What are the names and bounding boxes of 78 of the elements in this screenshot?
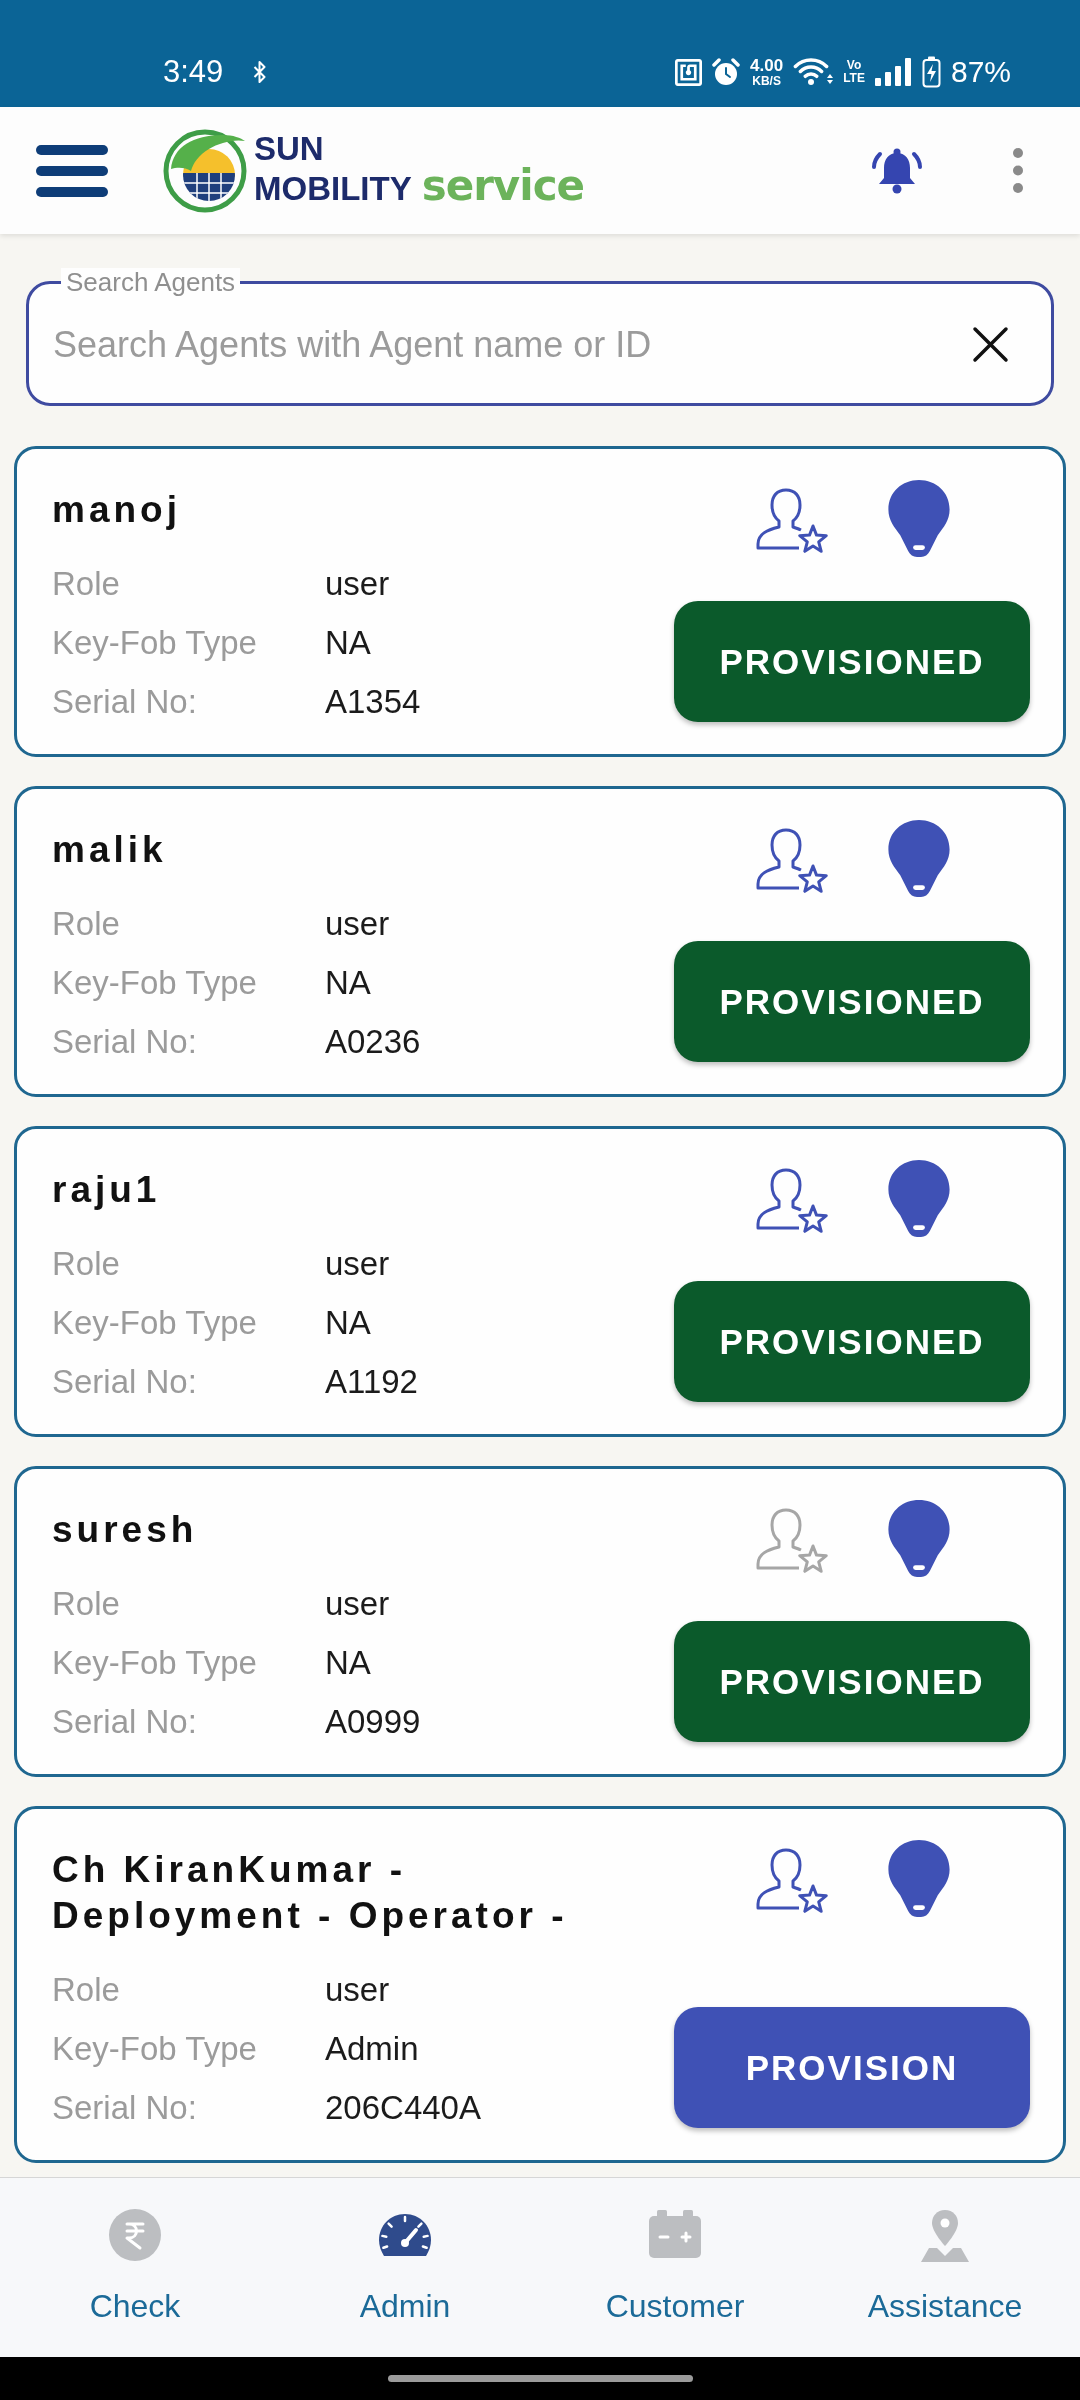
- key-fob-icon[interactable]: [887, 1500, 950, 1577]
- field-value: user: [325, 1244, 391, 1284]
- field-label: Role: [52, 1584, 121, 1624]
- map-pin-icon: [919, 2208, 971, 2262]
- field-label: Role: [52, 1244, 121, 1284]
- field-value: A1192: [325, 1362, 419, 1402]
- key-fob-icon[interactable]: [887, 480, 950, 557]
- field-value: user: [325, 1970, 391, 2010]
- field-label: Role: [52, 1970, 121, 2010]
- nfc-icon: [675, 58, 703, 86]
- status-time: 3:49: [163, 54, 224, 90]
- clear-button[interactable]: [972, 326, 1009, 363]
- rupee-icon: [109, 2209, 161, 2261]
- field-value: A1354: [325, 682, 422, 722]
- bluetooth-icon: [253, 61, 267, 83]
- logo-icon: [163, 128, 247, 213]
- agent-name: malik: [52, 828, 168, 872]
- field-label: Key-Fob Type: [52, 623, 258, 663]
- field-label: Serial No:: [52, 2088, 198, 2128]
- signal-icon: [874, 58, 912, 86]
- network-speed: 4.00: [750, 56, 784, 75]
- field-value: NA: [325, 1643, 372, 1683]
- field-label: Key-Fob Type: [52, 2029, 258, 2069]
- field-value: NA: [325, 963, 372, 1003]
- provisioned-button[interactable]: PROVISIONED: [674, 1281, 1030, 1402]
- key-fob-icon[interactable]: [887, 1160, 950, 1237]
- network-speed-unit: KB/S: [752, 74, 781, 88]
- field-value: A0236: [325, 1022, 422, 1062]
- nav-tab[interactable]: Admin: [270, 2178, 540, 2357]
- nav-tab[interactable]: Customer: [540, 2178, 810, 2357]
- field-label: Role: [52, 564, 121, 604]
- brand-name: MOBILITY: [254, 173, 412, 204]
- field-value: user: [325, 564, 391, 604]
- nav-tab[interactable]: Check: [0, 2178, 270, 2357]
- more-button[interactable]: [1013, 148, 1023, 193]
- menu-icon: [36, 144, 108, 197]
- key-fob-icon[interactable]: [887, 1840, 950, 1917]
- agent-name: manoj: [52, 488, 182, 532]
- field-label: Serial No:: [52, 1022, 198, 1062]
- field-value: user: [325, 904, 391, 944]
- field-value: NA: [325, 623, 372, 663]
- gesture-handle[interactable]: [387, 2375, 693, 2382]
- field-label: Serial No:: [52, 682, 198, 722]
- field-value: A0999: [325, 1702, 422, 1742]
- provisioned-button[interactable]: PROVISIONED: [674, 941, 1030, 1062]
- wifi-icon: [793, 58, 834, 86]
- brand-tagline: service: [421, 164, 584, 208]
- brand-name: SUN: [254, 133, 324, 164]
- field-label: Key-Fob Type: [52, 1643, 258, 1683]
- agent-name: suresh: [52, 1508, 199, 1552]
- field-value: user: [325, 1584, 391, 1624]
- provisioned-button[interactable]: PROVISIONED: [674, 601, 1030, 722]
- field-value: NA: [325, 1303, 372, 1343]
- agent-name: Ch KiranKumar - Deployment - Operator -: [52, 1848, 569, 1938]
- field-value: 206C440A: [325, 2088, 482, 2128]
- nav-tab[interactable]: Assistance: [810, 2178, 1080, 2357]
- provision-button[interactable]: PROVISION: [674, 2007, 1030, 2128]
- alarm-icon: [712, 58, 741, 86]
- gauge-icon: [377, 2212, 433, 2258]
- battery-icon: [647, 2210, 703, 2260]
- field-label: Key-Fob Type: [52, 963, 258, 1003]
- agent-name: raju1: [52, 1168, 162, 1212]
- field-value: Admin: [325, 2029, 420, 2069]
- field-label: Role: [52, 904, 121, 944]
- close-icon: [972, 326, 1009, 363]
- field-label: Key-Fob Type: [52, 1303, 258, 1343]
- battery-charging-icon: [921, 56, 941, 88]
- field-label: Serial No:: [52, 1362, 198, 1402]
- network-type-label: LTE: [843, 72, 865, 85]
- menu-button[interactable]: [36, 144, 108, 197]
- field-label: Serial No:: [52, 1702, 198, 1742]
- more-icon: [1013, 148, 1023, 193]
- provisioned-button[interactable]: PROVISIONED: [674, 1621, 1030, 1742]
- key-fob-icon[interactable]: [887, 820, 950, 897]
- search-field-label: Search Agents: [61, 268, 241, 296]
- network-type-label: Vo: [846, 59, 862, 72]
- search-input[interactable]: Search Agents with Agent name or ID: [53, 323, 972, 366]
- battery-percent: 87%: [950, 54, 1011, 90]
